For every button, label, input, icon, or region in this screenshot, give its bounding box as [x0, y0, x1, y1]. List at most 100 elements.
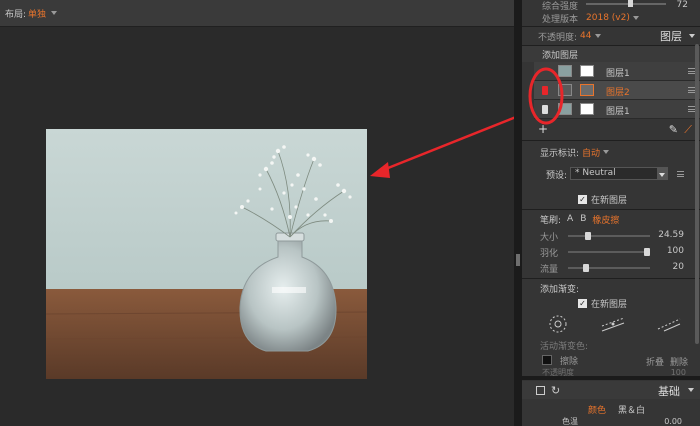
opacity-value[interactable]: 44 — [580, 31, 591, 41]
preset-value: * Neutral — [575, 168, 616, 178]
chevron-down-icon[interactable] — [603, 150, 610, 154]
photo-image — [46, 129, 367, 379]
panel-scrollbar[interactable] — [695, 44, 699, 344]
size-slider-knob[interactable] — [585, 232, 591, 240]
flow-slider-knob[interactable] — [583, 264, 589, 272]
add-gradient-row: 添加渐变: — [522, 281, 700, 295]
layer-name: 图层1 — [606, 69, 630, 79]
opacity-label: 不透明度: — [538, 32, 578, 43]
chevron-down-icon[interactable] — [594, 34, 601, 38]
radial-gradient-icon[interactable] — [548, 314, 568, 334]
add-layer-label: 添加图层 — [542, 50, 579, 61]
right-panel: 综合强度 72 处理版本 2018 (v2) 不透明度: 44 图层 添加图层 … — [522, 0, 700, 426]
layer-name: 图层2 — [606, 88, 630, 98]
process-version-label: 处理版本 — [542, 14, 579, 25]
size-value: 24.59 — [658, 230, 684, 240]
show-mark-row: 显示标识: 自动 — [522, 145, 700, 159]
process-version-dropdown[interactable]: 2018 (v2) — [586, 13, 630, 23]
size-slider-row: 大小 24.59 — [522, 229, 700, 243]
brush-icon[interactable]: ⟋ — [684, 123, 692, 137]
gradient-color-swatch[interactable] — [542, 355, 552, 365]
strength-value: 72 — [676, 0, 688, 10]
layer-mask[interactable] — [580, 65, 594, 77]
layers-title: 图层 — [660, 30, 682, 43]
layer-menu-icon[interactable] — [688, 68, 695, 74]
tab-color[interactable]: 颜色 — [588, 403, 606, 416]
layer-menu-icon[interactable] — [688, 87, 695, 93]
flip-button[interactable]: 折叠 — [646, 355, 664, 368]
color-temp-label: 色温 — [562, 417, 578, 426]
preset-row: 预设: * Neutral — [522, 166, 700, 182]
layer-menu-icon[interactable] — [688, 106, 695, 112]
show-mark-dropdown[interactable]: 自动 — [582, 146, 600, 159]
preset-dropdown-arrow[interactable] — [657, 168, 667, 179]
image-canvas[interactable] — [0, 27, 517, 426]
active-gradient-label: 活动渐变色: — [540, 341, 589, 352]
show-mark-label: 显示标识: — [540, 148, 580, 159]
gradient-new-layer-row[interactable]: ✓ 在新图层 — [522, 296, 700, 310]
chevron-down-icon[interactable] — [51, 11, 58, 15]
flow-slider-row: 流量 20 — [522, 261, 700, 275]
feather-label: 羽化 — [540, 248, 559, 259]
preset-menu-icon[interactable] — [677, 171, 684, 177]
layout-dropdown[interactable]: 单独 — [28, 7, 46, 20]
new-layer-checkbox[interactable]: ✓ — [578, 194, 587, 204]
feather-value: 100 — [666, 246, 684, 256]
feather-slider[interactable] — [568, 248, 650, 256]
add-icon[interactable]: + — [538, 122, 548, 136]
flow-value: 20 — [672, 262, 684, 272]
layout-label: 布局: — [5, 9, 27, 20]
strength-slider[interactable] — [586, 0, 666, 7]
gradient-opacity-label: 不透明度 — [542, 368, 574, 376]
strength-slider-knob[interactable] — [628, 0, 633, 7]
feather-slider-knob[interactable] — [644, 248, 650, 256]
basic-title: 基础 — [658, 385, 680, 398]
new-layer-label: 在新图层 — [591, 195, 628, 206]
chevron-down-icon[interactable] — [632, 16, 639, 20]
gradient-new-layer-label: 在新图层 — [591, 299, 628, 310]
tab-bw[interactable]: 黑＆白 — [618, 403, 645, 416]
process-version-row: 处理版本 2018 (v2) — [522, 11, 700, 25]
pencil-icon[interactable]: ✎ — [669, 123, 678, 136]
flow-label: 流量 — [540, 264, 559, 275]
size-slider[interactable] — [568, 232, 650, 240]
basic-header: ↻ 基础 — [522, 381, 700, 399]
gradient-opacity-value: 100 — [670, 368, 686, 376]
mirrored-gradient-icon[interactable] — [656, 314, 682, 334]
resize-handle[interactable] — [516, 254, 520, 266]
tools-row: + ✎ ⟋ — [522, 121, 700, 139]
erase-button[interactable]: 擦除 — [560, 354, 578, 367]
layer-mask[interactable] — [580, 84, 594, 96]
annotation-circle — [528, 67, 564, 125]
strength-row: 综合强度 72 — [522, 0, 700, 12]
brush-label: 笔刷: — [540, 215, 562, 226]
delete-button[interactable]: 删除 — [670, 355, 688, 368]
brush-row: 笔刷: A B 橡皮擦 — [522, 212, 700, 226]
layer-name: 图层1 — [606, 107, 630, 117]
color-temp-row: 色温 0.00 — [522, 417, 700, 426]
gradient-actions-row: 擦除 折叠 删除 — [522, 353, 700, 368]
gradient-opacity-row: 不透明度 100 — [522, 368, 700, 376]
top-toolbar: 布局: 单独 — [0, 0, 514, 27]
annotation-arrow — [370, 115, 517, 178]
linear-gradient-icon[interactable] — [600, 314, 626, 334]
gradient-new-layer-checkbox[interactable]: ✓ — [578, 298, 587, 308]
brush-erase-tab[interactable]: 橡皮擦 — [592, 213, 619, 226]
brush-a-tab[interactable]: A — [567, 214, 573, 224]
preset-dropdown[interactable]: * Neutral — [570, 167, 668, 180]
active-gradient-row: 活动渐变色: — [522, 339, 700, 352]
flow-slider[interactable] — [568, 264, 650, 272]
add-gradient-label: 添加渐变: — [540, 284, 580, 295]
layers-header: 不透明度: 44 图层 — [522, 28, 700, 44]
reset-icon[interactable]: ↻ — [551, 384, 560, 397]
new-layer-checkbox-row[interactable]: ✓ 在新图层 — [522, 192, 700, 206]
panel-divider[interactable] — [514, 0, 522, 426]
feather-slider-row: 羽化 100 — [522, 245, 700, 259]
collapse-icon[interactable] — [688, 388, 694, 392]
collapse-icon[interactable] — [689, 34, 695, 38]
brush-b-tab[interactable]: B — [580, 214, 586, 224]
layer-mask[interactable] — [580, 103, 594, 115]
size-label: 大小 — [540, 232, 559, 243]
panel-toggle-icon[interactable] — [536, 385, 545, 395]
add-layer-button[interactable]: 添加图层 — [522, 46, 700, 62]
